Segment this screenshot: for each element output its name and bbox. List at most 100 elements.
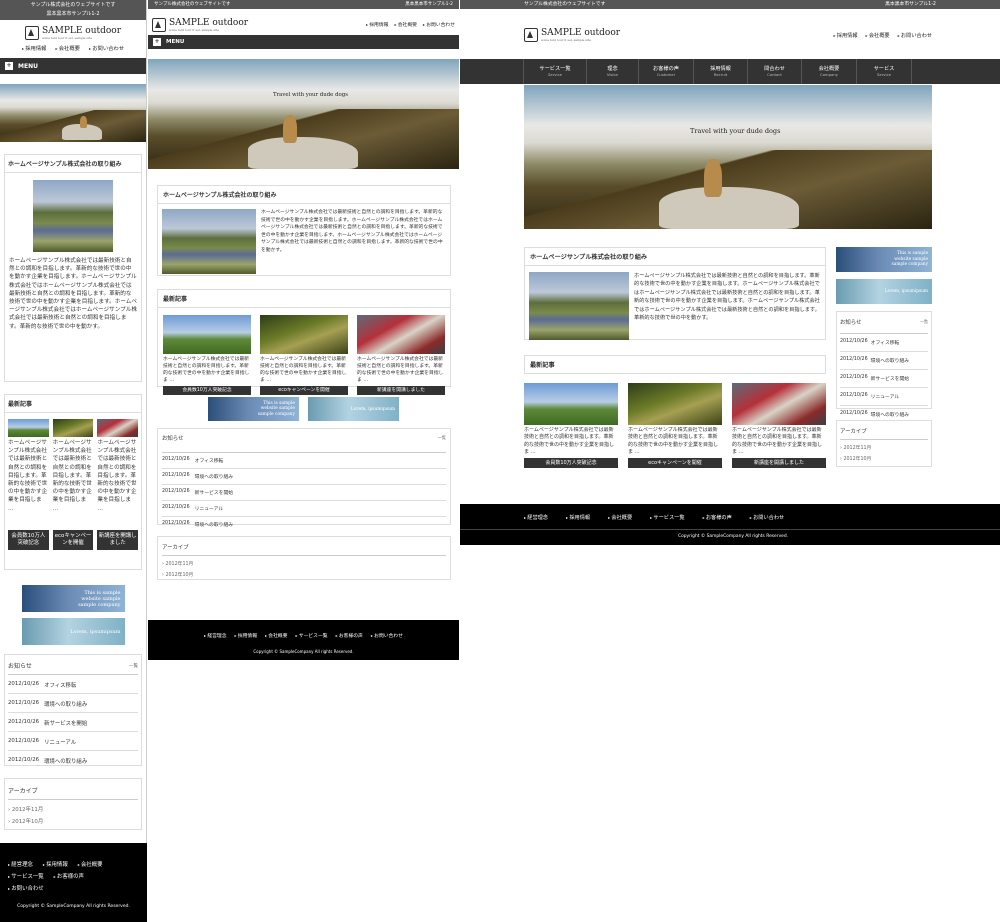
global-nav-item[interactable]: サービス一覧 Service (523, 59, 587, 84)
news-item[interactable]: 2012/10/26 リニューアル (840, 388, 928, 406)
news-item[interactable]: 2012/10/26 オフィス移転 (8, 675, 138, 694)
banner-sample[interactable]: This is sample website sample sample compa… (836, 247, 932, 272)
archive-link[interactable]: 2012年10月 (8, 815, 138, 827)
logo-text: SAMPLE outdoor (541, 28, 621, 38)
article-button[interactable]: 新講座を開講しました (732, 458, 826, 468)
header-nav-company[interactable]: 会社概要 (394, 21, 417, 28)
news-list-link[interactable]: 一覧 (438, 435, 446, 441)
global-nav-item[interactable]: お客様の声 Customer (639, 59, 694, 84)
plus-icon: + (153, 38, 161, 46)
news-item[interactable]: 2012/10/26 環境への取り組み (162, 469, 446, 485)
archive-link[interactable]: 2012年11月 (8, 800, 138, 815)
global-nav-item[interactable]: サービス Service (857, 59, 912, 84)
news-item[interactable]: 2012/10/26 オフィス移転 (840, 334, 928, 352)
footer-link[interactable]: 採用情報 (566, 514, 590, 529)
footer-link[interactable]: お問い合わせ (371, 632, 403, 639)
header-nav-contact[interactable]: お問い合わせ (423, 21, 455, 28)
banner-sample[interactable]: This is sample website sample sample compa… (21, 585, 125, 612)
hero-image (0, 84, 146, 142)
global-nav-item[interactable]: 問合わせ Contact (748, 59, 802, 84)
article-button[interactable]: ecoキャンペーンを開催 (260, 386, 348, 395)
banner-lorem[interactable]: Lorem, ipsumipsum (21, 618, 125, 645)
news-item[interactable]: 2012/10/26 新サービスを開始 (162, 485, 446, 501)
logo-text: SAMPLE outdoor (41, 26, 122, 36)
header-nav-contact[interactable]: お問い合わせ (898, 32, 932, 39)
header-nav-company[interactable]: 会社概要 (866, 32, 890, 39)
archive-link[interactable]: 2012年10月 (840, 453, 928, 464)
site-logo[interactable]: SAMPLE outdoor some tent tour it sel, sam… (24, 26, 122, 40)
article-button[interactable]: 会員数10万人突破記念 (524, 458, 618, 468)
footer-link[interactable]: サービス一覧 (650, 514, 684, 529)
archive-section: アーカイブ 2012年11月 2012年10月 (157, 536, 451, 580)
archive-link[interactable]: 2012年10月 (162, 569, 446, 580)
tent-icon (524, 28, 538, 42)
global-nav-item[interactable]: 会社概要 Company (802, 59, 857, 84)
footer-link[interactable]: 経営理念 (8, 859, 33, 871)
news-item[interactable]: 2012/10/26 オフィス移転 (162, 453, 446, 469)
logo-text: SAMPLE outdoor (169, 17, 249, 28)
footer-link[interactable]: 会社概要 (265, 632, 287, 639)
archive-section: アーカイブ 2012年11月 2012年10月 (836, 420, 932, 467)
global-nav-item[interactable]: 理念 Vision (587, 59, 639, 84)
header-nav-company[interactable]: 会社概要 (55, 44, 80, 52)
article-card[interactable]: ホームページサンプル株式会社では最新技術と自然との調和を目指します。革新的な技術… (163, 315, 251, 395)
footer-link[interactable]: サービス一覧 (296, 632, 328, 639)
news-list-link[interactable]: 一覧 (920, 319, 928, 325)
footer-link[interactable]: お客様の声 (703, 514, 732, 529)
footer-link[interactable]: お客様の声 (336, 632, 363, 639)
menu-toggle[interactable]: + MENU (0, 58, 146, 74)
article-button[interactable]: ecoキャンペーンを開催 (52, 530, 94, 550)
site-logo[interactable]: SAMPLE outdoor some tent tour it sel, sam… (524, 28, 620, 42)
article-card[interactable]: ホームページサンプル株式会社では最新技術と自然との調和を目指します。革新的な技術… (357, 315, 445, 395)
footer-link[interactable]: 採用情報 (43, 859, 68, 871)
footer-link[interactable]: 経営理念 (204, 632, 226, 639)
article-card[interactable]: ホームページサンプル株式会社では最新技術と自然との調和を目指します。革新的な技術… (97, 419, 139, 550)
article-card[interactable]: ホームページサンプル株式会社では最新技術と自然との調和を目指します。革新的な技術… (260, 315, 348, 395)
news-list-link[interactable]: 一覧 (129, 663, 138, 669)
menu-toggle[interactable]: + MENU (148, 35, 459, 49)
footer-link[interactable]: お問い合わせ (750, 514, 784, 529)
footer-link[interactable]: 採用情報 (235, 632, 257, 639)
news-item[interactable]: 2012/10/26 環境への取り組み (8, 751, 138, 769)
article-card[interactable]: ホームページサンプル株式会社では最新技術と自然との調和を目指します。革新的な技術… (628, 383, 722, 468)
banner-lorem[interactable]: Lorem, ipsumipsum (308, 397, 399, 421)
news-item[interactable]: 2012/10/26 環境への取り組み (8, 694, 138, 713)
footer-link[interactable]: お問い合わせ (8, 883, 139, 895)
news-item[interactable]: 2012/10/26 環境への取り組み (840, 352, 928, 370)
header-nav-recruit[interactable]: 採用情報 (22, 44, 46, 52)
global-nav-item[interactable]: 採用情報 Recruit (694, 59, 748, 84)
footer-link[interactable]: サービス一覧 (8, 871, 43, 883)
article-thumb (97, 419, 139, 437)
banner-lorem[interactable]: Lorem, ipsumipsum (836, 279, 932, 304)
header-nav-recruit[interactable]: 採用情報 (366, 21, 388, 28)
article-button[interactable]: ecoキャンペーンを開催 (628, 458, 722, 468)
news-item[interactable]: 2012/10/26 環境への取り組み (162, 517, 446, 532)
banner-sample[interactable]: This is sample website sample sample compa… (208, 397, 299, 421)
article-card[interactable]: ホームページサンプル株式会社では最新技術と自然との調和を目指します。革新的な技術… (524, 383, 618, 468)
header-nav-contact[interactable]: お問い合わせ (89, 44, 124, 52)
news-heading: お知らせ (8, 663, 32, 670)
article-card[interactable]: ホームページサンプル株式会社では最新技術と自然との調和を目指します。革新的な技術… (732, 383, 826, 468)
news-item[interactable]: 2012/10/26 リニューアル (162, 501, 446, 517)
article-button[interactable]: 新講座を開講しました (357, 386, 445, 395)
article-button[interactable]: 会員数10万人突破記念 (163, 386, 251, 395)
news-item[interactable]: 2012/10/26 リニューアル (8, 732, 138, 751)
footer-link[interactable]: 経営理念 (524, 514, 548, 529)
news-item[interactable]: 2012/10/26 新サービスを開始 (840, 370, 928, 388)
news-item[interactable]: 2012/10/26 新サービスを開始 (8, 713, 138, 732)
footer-link[interactable]: 会社概要 (78, 859, 103, 871)
footer-nav: 経営理念 採用情報 会社概要 サービス一覧 お客様の声 お問い合わせ (460, 504, 1000, 530)
footer-link[interactable]: 会社概要 (608, 514, 632, 529)
article-card[interactable]: ホームページサンプル株式会社では最新技術と自然との調和を目指します。革新的な技術… (52, 419, 94, 550)
archive-link[interactable]: 2012年11月 (162, 556, 446, 569)
article-button[interactable]: 新講座を開講しました (97, 530, 139, 550)
article-thumb (357, 315, 445, 354)
article-card[interactable]: ホームページサンプル株式会社では最新技術と自然との調和を目指します。革新的な技術… (8, 419, 49, 550)
header-nav-recruit[interactable]: 採用情報 (833, 32, 858, 39)
site-logo[interactable]: SAMPLE outdoor some tent tour it sel, sam… (152, 17, 249, 32)
article-button[interactable]: 会員数10万人突破記念 (8, 530, 49, 550)
archive-link[interactable]: 2012年11月 (840, 440, 928, 453)
footer-link[interactable]: お客様の声 (54, 871, 84, 883)
articles-heading: 最新記事 (524, 355, 826, 374)
footer-nav: 経営理念 採用情報 会社概要 サービス一覧 お客様の声 お問い合わせ (148, 632, 459, 639)
